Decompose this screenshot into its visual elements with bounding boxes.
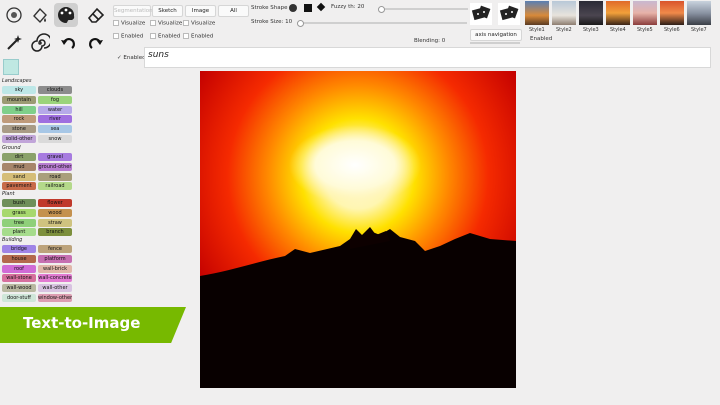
- style2-thumbnail[interactable]: [552, 1, 576, 25]
- style-label-7[interactable]: Style7: [691, 27, 707, 33]
- label-ground-other[interactable]: ground-other: [38, 162, 72, 171]
- text-prompt-input[interactable]: suns: [144, 47, 711, 68]
- style5-thumbnail[interactable]: [633, 1, 657, 25]
- palette-icon[interactable]: [54, 3, 78, 27]
- enabled-seg-checkbox[interactable]: Enabled: [113, 33, 143, 40]
- label-pavement[interactable]: pavement: [2, 182, 36, 191]
- label-road[interactable]: road: [38, 172, 72, 181]
- undo-icon[interactable]: [56, 31, 80, 55]
- label-gravel[interactable]: gravel: [38, 153, 72, 161]
- label-stone[interactable]: stone: [2, 125, 36, 134]
- label-straw[interactable]: straw: [38, 218, 72, 227]
- stroke-shape-label: Stroke Shape: [251, 5, 288, 11]
- sunset-image: [200, 71, 516, 388]
- label-tree[interactable]: tree: [2, 218, 36, 227]
- label-door-stuff[interactable]: door-stuff: [2, 294, 36, 302]
- label-sky[interactable]: sky: [2, 86, 36, 94]
- style-label-1[interactable]: Style1: [529, 27, 545, 33]
- label-plant[interactable]: plant: [2, 228, 36, 237]
- axis-enabled-checkbox[interactable]: Enabled: [530, 36, 552, 42]
- label-fence[interactable]: fence: [38, 245, 72, 253]
- label-branch[interactable]: branch: [38, 228, 72, 237]
- circle-shape-icon[interactable]: [289, 4, 297, 12]
- axis-navigation-slider[interactable]: [470, 42, 520, 44]
- all-mode-button[interactable]: All: [218, 5, 249, 17]
- section-title-building: Building: [2, 237, 23, 243]
- style-label-6[interactable]: Style6: [664, 27, 680, 33]
- spiral-icon[interactable]: [28, 31, 52, 55]
- label-sand[interactable]: sand: [2, 172, 36, 181]
- segmentation-mode-button[interactable]: Segmentation: [113, 5, 153, 17]
- label-platform[interactable]: platform: [38, 254, 72, 263]
- label-window-other[interactable]: window-other: [38, 294, 72, 302]
- label-mountain[interactable]: mountain: [2, 95, 36, 104]
- label-solid-other[interactable]: solid-other: [2, 135, 36, 143]
- visualize-seg-checkbox[interactable]: Visualize: [113, 20, 145, 27]
- fuzzy-threshold-slider[interactable]: [378, 6, 468, 13]
- label-roof[interactable]: roof: [2, 264, 36, 273]
- label-wood[interactable]: wood: [38, 208, 72, 217]
- banner-title: Text-to-Image: [23, 314, 141, 332]
- section-title-plant: Plant: [2, 191, 15, 197]
- label-wall-brick[interactable]: wall-brick: [38, 264, 72, 273]
- eraser-icon[interactable]: [84, 3, 108, 27]
- axis-navigation-button[interactable]: axis navigation: [470, 29, 522, 41]
- enabled-image-checkbox[interactable]: Enabled: [183, 33, 213, 40]
- blending-label: Blending: 0: [414, 38, 446, 44]
- section-title-ground: Ground: [2, 145, 21, 151]
- random-style-dice-icon[interactable]: [498, 3, 520, 25]
- label-grass[interactable]: grass: [2, 208, 36, 217]
- style-label-4[interactable]: Style4: [610, 27, 626, 33]
- label-river[interactable]: river: [38, 115, 72, 124]
- label-snow[interactable]: snow: [38, 135, 72, 143]
- brush-circle-icon[interactable]: [2, 3, 26, 27]
- dice-icon[interactable]: [470, 3, 492, 25]
- style6-thumbnail[interactable]: [660, 1, 684, 25]
- label-bridge[interactable]: bridge: [2, 245, 36, 253]
- visualize-image-checkbox[interactable]: Visualize: [183, 20, 215, 27]
- redo-icon[interactable]: [84, 31, 108, 55]
- style4-thumbnail[interactable]: [606, 1, 630, 25]
- label-hill[interactable]: hill: [2, 105, 36, 114]
- stroke-size-label: Stroke Size: 10: [251, 19, 293, 25]
- square-shape-icon[interactable]: [304, 4, 312, 12]
- diamond-shape-icon[interactable]: [316, 2, 326, 12]
- style3-thumbnail[interactable]: [579, 1, 603, 25]
- prompt-value: suns: [148, 50, 169, 60]
- style7-thumbnail[interactable]: [687, 1, 711, 25]
- label-mud[interactable]: mud: [2, 162, 36, 171]
- label-flower[interactable]: flower: [38, 199, 72, 207]
- label-wall-stone[interactable]: wall-stone: [2, 274, 36, 283]
- label-clouds[interactable]: clouds: [38, 86, 72, 94]
- label-railroad[interactable]: railroad: [38, 182, 72, 191]
- style-label-3[interactable]: Style3: [583, 27, 599, 33]
- enabled-sketch-checkbox[interactable]: Enabled: [150, 33, 180, 40]
- style-label-5[interactable]: Style5: [637, 27, 653, 33]
- section-title-landscapes: Landscapes: [2, 78, 32, 84]
- prompt-enabled-checkbox[interactable]: ✓ Enabled: [117, 55, 146, 61]
- label-wall-wood[interactable]: wall-wood: [2, 284, 36, 293]
- label-fog[interactable]: fog: [38, 95, 72, 104]
- image-mode-button[interactable]: Image: [185, 5, 216, 17]
- stroke-size-slider[interactable]: [297, 20, 467, 27]
- label-dirt[interactable]: dirt: [2, 153, 36, 161]
- style-label-2[interactable]: Style2: [556, 27, 572, 33]
- label-bush[interactable]: bush: [2, 199, 36, 207]
- selected-label-swatch[interactable]: [3, 59, 19, 75]
- visualize-sketch-checkbox[interactable]: Visualize: [150, 20, 182, 27]
- label-sea[interactable]: sea: [38, 125, 72, 134]
- label-water[interactable]: water: [38, 105, 72, 114]
- generated-image-canvas[interactable]: [200, 71, 516, 388]
- magic-wand-icon[interactable]: [2, 31, 26, 55]
- style1-thumbnail[interactable]: [525, 1, 549, 25]
- label-wall-concrete[interactable]: wall-concrete: [38, 274, 72, 283]
- fuzzy-threshold-label: Fuzzy th: 20: [331, 4, 365, 10]
- label-house[interactable]: house: [2, 254, 36, 263]
- sketch-mode-button[interactable]: Sketch: [152, 5, 183, 17]
- label-rock[interactable]: rock: [2, 115, 36, 124]
- paint-bucket-icon[interactable]: [28, 3, 52, 27]
- label-wall-other[interactable]: wall-other: [38, 284, 72, 293]
